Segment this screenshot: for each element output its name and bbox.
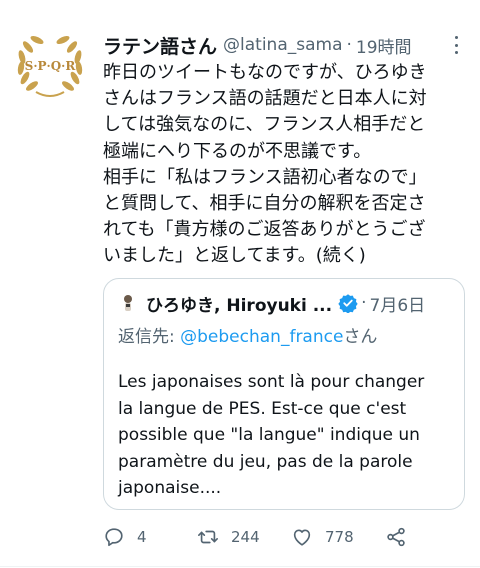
reply-to-line: 返信先: @bebechan_franceさん [118, 322, 377, 347]
like-icon [293, 529, 311, 546]
tweet-actions: 4 244 778 [103, 524, 473, 550]
quoted-tweet-header: ひろゆき, Hiroyuki ... · 7月6日 [118, 291, 458, 316]
tweet-body-line: れても「貴方様のご返答ありがとうござ [103, 219, 426, 241]
quoted-text-line: Les japonaises sont là pour changer [118, 372, 425, 392]
quoted-tweet-body: Les japonaises sont là pour changer la l… [118, 369, 458, 502]
retweet-icon [198, 530, 218, 544]
quoted-text-line: la langue de PES. Est-ce que c'est [118, 398, 407, 419]
tweet-body-line: さんはフランス語の話題だと日本人に対 [103, 88, 427, 110]
quoted-author-avatar[interactable] [118, 293, 138, 313]
tweet-body-line: 相手に「私はフランス語初心者なので」 [103, 166, 427, 188]
more-options-icon[interactable] [449, 34, 463, 56]
share-icon [387, 527, 405, 547]
share-button[interactable] [385, 524, 407, 550]
tweet-body-line: 極端にへり下るのが不思議です。 [103, 140, 372, 162]
retweet-count: 244 [231, 528, 260, 546]
reply-to-mention[interactable]: @bebechan_france [180, 327, 343, 347]
quoted-timestamp[interactable]: 7月6日 [370, 291, 426, 316]
like-count: 778 [325, 528, 354, 546]
tweet-timestamp[interactable]: 19時間 [356, 33, 412, 58]
author-handle[interactable]: @latina_sama [223, 35, 342, 55]
quoted-text-line: paramètre du jeu, pas de la parole [118, 451, 413, 472]
quoted-tweet[interactable]: ひろゆき, Hiroyuki ... · 7月6日 返信先: @bebechan… [103, 278, 465, 510]
verified-badge-icon [338, 294, 358, 313]
reply-icon [105, 528, 123, 547]
reply-to-suffix: さん [343, 327, 378, 347]
author-display-name[interactable]: ラテン語さん [103, 32, 217, 59]
tweet-body-line: しては強気なのに、フランス人相手だと [103, 114, 426, 136]
quoted-separator: · [361, 293, 367, 313]
tweet-body-line: いました」と返してます。(続く) [103, 245, 366, 267]
tweet-card[interactable]: S·P·Q·R ラテン語さん @latina_sama · 19時間 昨日のツイ… [0, 0, 480, 568]
tweet-header: ラテン語さん @latina_sama · 19時間 [103, 30, 473, 60]
quoted-text-line: possible que "la langue" indique un [118, 425, 420, 445]
quoted-author-name[interactable]: ひろゆき, Hiroyuki ... [146, 291, 332, 316]
reply-to-prefix: 返信先: [118, 327, 181, 347]
tweet-body: 昨日のツイートもなのですが、ひろゆき さんはフランス語の話題だと日本人に対 して… [103, 60, 475, 270]
tweet-body-line: と質問して、相手に自分の解釈を否定さ [103, 193, 426, 215]
divider [0, 566, 480, 567]
quoted-text-line: japonaise.... [118, 478, 222, 498]
reply-button[interactable]: 4 [103, 524, 147, 550]
retweet-button[interactable]: 244 [197, 524, 260, 550]
like-button[interactable]: 778 [291, 524, 354, 550]
tweet-body-line: 昨日のツイートもなのですが、ひろゆき [103, 62, 427, 83]
reply-count: 4 [137, 528, 147, 546]
header-separator: · [346, 35, 352, 55]
author-avatar[interactable]: S·P·Q·R [12, 28, 88, 104]
avatar-spqr-text: S·P·Q·R [24, 59, 76, 73]
